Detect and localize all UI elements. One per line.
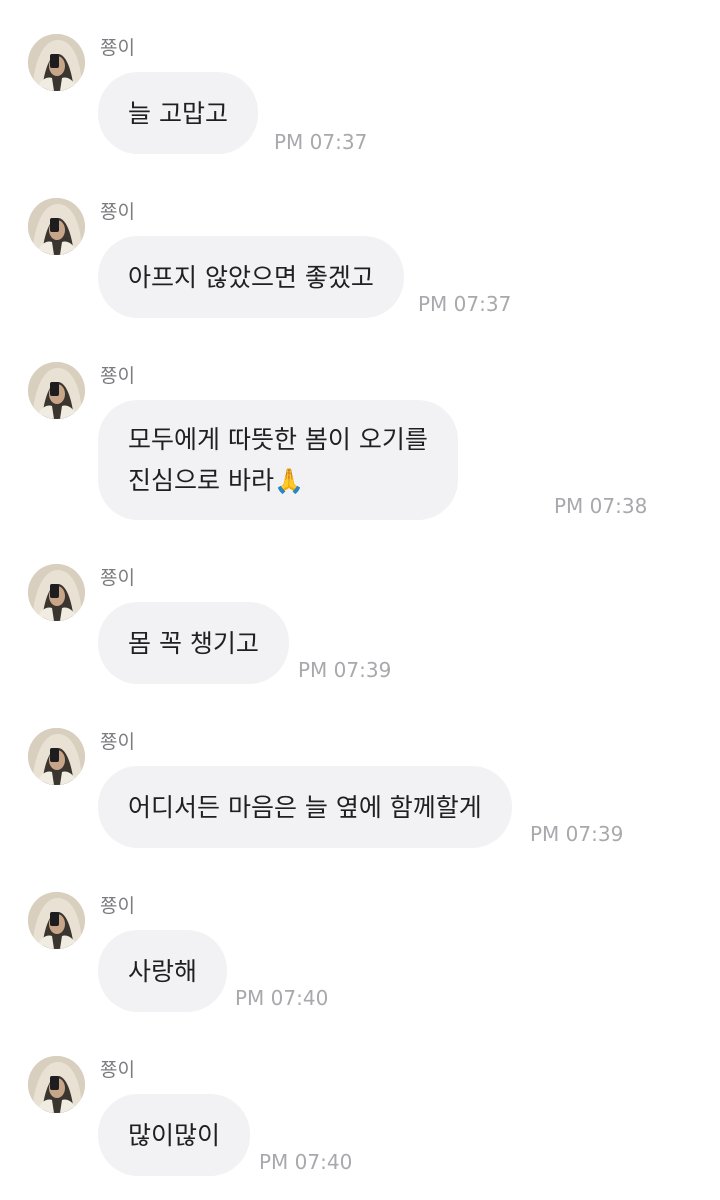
- sender-name: 쭁이: [100, 365, 135, 387]
- sender-name: 쭁이: [100, 731, 135, 753]
- sender-name: 쭁이: [100, 567, 135, 589]
- message-bubble[interactable]: 어디서든 마음은 늘 옆에 함께할게: [98, 766, 512, 848]
- avatar[interactable]: [28, 362, 85, 419]
- timestamp: PM 07:37: [418, 292, 512, 316]
- message-bubble[interactable]: 사랑해: [98, 930, 228, 1012]
- message-text: 몸 꼭 챙기고: [128, 628, 259, 658]
- message-text: 아프지 않았으면 좋겠고: [128, 262, 374, 292]
- timestamp: PM 07:40: [259, 1150, 353, 1174]
- chat-message: 쭁이 늘 고맙고 PM 07:37: [28, 34, 708, 164]
- message-text: 늘 고맙고: [128, 98, 228, 128]
- avatar-photo-icon: [28, 362, 85, 419]
- message-bubble[interactable]: 몸 꼭 챙기고: [98, 602, 289, 684]
- chat-message: 쭁이 많이많이 PM 07:40: [28, 1056, 708, 1186]
- message-text: 사랑해: [128, 956, 198, 986]
- sender-name: 쭁이: [100, 201, 135, 223]
- avatar[interactable]: [28, 892, 85, 949]
- avatar-photo-icon: [28, 564, 85, 621]
- avatar[interactable]: [28, 198, 85, 255]
- message-text: 많이많이: [128, 1120, 221, 1150]
- avatar[interactable]: [28, 1056, 85, 1113]
- timestamp: PM 07:39: [530, 822, 624, 846]
- timestamp: PM 07:38: [554, 494, 648, 518]
- avatar-photo-icon: [28, 892, 85, 949]
- avatar-photo-icon: [28, 198, 85, 255]
- folded-hands-icon: 🙏: [273, 466, 304, 495]
- message-text-line: 진심으로 바라🙏: [128, 460, 304, 502]
- avatar-photo-icon: [28, 34, 85, 91]
- timestamp: PM 07:40: [235, 986, 329, 1010]
- avatar-photo-icon: [28, 728, 85, 785]
- chat-message: 쭁이 모두에게 따뜻한 봄이 오기를 진심으로 바라🙏 PM 07:38: [28, 362, 708, 532]
- avatar-photo-icon: [28, 1056, 85, 1113]
- timestamp: PM 07:39: [298, 658, 392, 682]
- sender-name: 쭁이: [100, 895, 135, 917]
- message-bubble[interactable]: 늘 고맙고: [98, 72, 258, 154]
- sender-name: 쭁이: [100, 37, 135, 59]
- chat-message: 쭁이 어디서든 마음은 늘 옆에 함께할게 PM 07:39: [28, 728, 708, 858]
- message-text-line: 모두에게 따뜻한 봄이 오기를: [128, 424, 428, 454]
- sender-name: 쭁이: [100, 1059, 135, 1081]
- avatar[interactable]: [28, 564, 85, 621]
- chat-thread: 쭁이 늘 고맙고 PM 07:37 쭁이 아프지 않았으면 좋겠고 PM 07:…: [0, 0, 720, 1200]
- message-bubble[interactable]: 많이많이: [98, 1094, 251, 1176]
- chat-message: 쭁이 몸 꼭 챙기고 PM 07:39: [28, 564, 708, 694]
- message-text: 어디서든 마음은 늘 옆에 함께할게: [128, 792, 482, 822]
- message-bubble[interactable]: 모두에게 따뜻한 봄이 오기를 진심으로 바라🙏: [98, 400, 458, 520]
- chat-message: 쭁이 아프지 않았으면 좋겠고 PM 07:37: [28, 198, 708, 328]
- chat-message: 쭁이 사랑해 PM 07:40: [28, 892, 708, 1022]
- avatar[interactable]: [28, 34, 85, 91]
- message-bubble[interactable]: 아프지 않았으면 좋겠고: [98, 236, 404, 318]
- timestamp: PM 07:37: [274, 130, 368, 154]
- avatar[interactable]: [28, 728, 85, 785]
- message-text-line-content: 진심으로 바라: [128, 465, 274, 495]
